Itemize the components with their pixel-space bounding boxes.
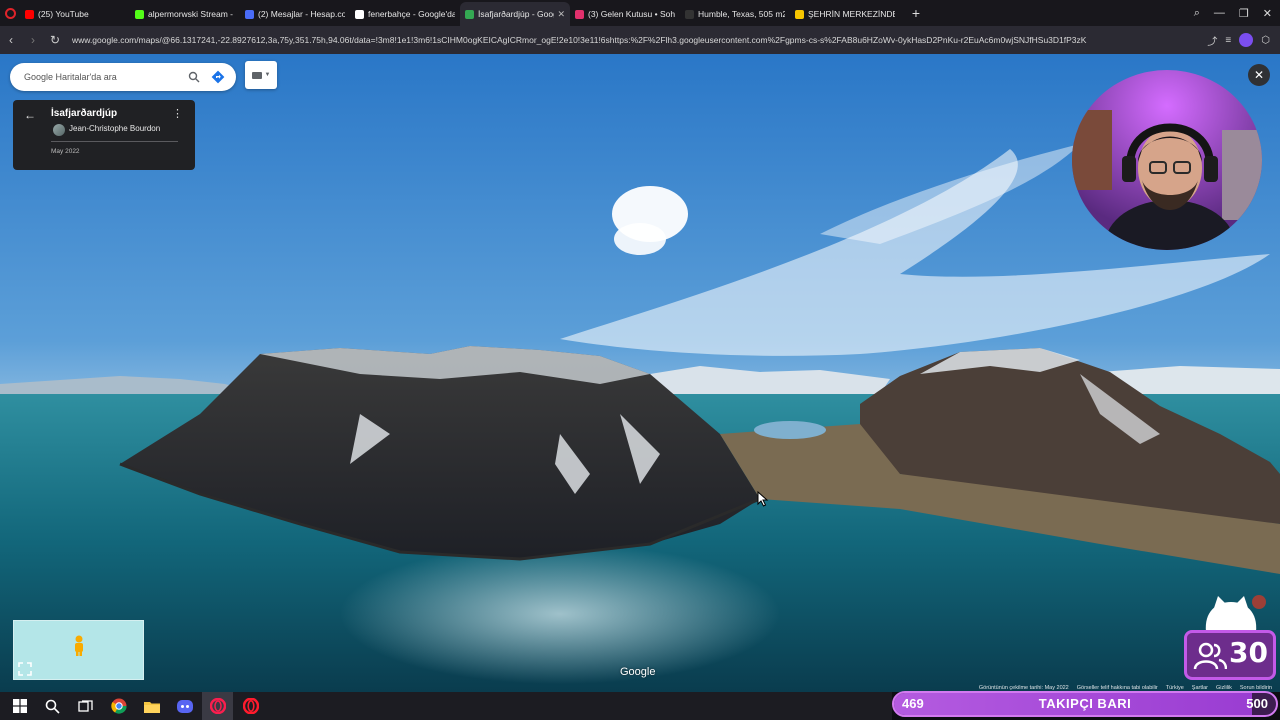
tab-favicon-icon [355, 9, 364, 19]
browser-tab[interactable]: (2) Mesajlar - Hesap.com [240, 2, 350, 26]
divider [51, 141, 178, 142]
capture-date: May 2022 [51, 148, 80, 155]
menu-icon[interactable]: ≡ [1225, 35, 1231, 46]
tab-title: İsafjarðardjúp - Google H [478, 9, 554, 19]
chevron-down-icon: ▼ [264, 72, 271, 78]
google-logo: Google [620, 666, 656, 678]
opera-icon[interactable] [235, 692, 266, 720]
tab-favicon-icon [25, 9, 34, 19]
extensions-icon[interactable]: ⬡ [1261, 35, 1270, 46]
browser-tab[interactable]: ŞEHRİN MERKEZİNDE PAR [790, 2, 900, 26]
mouse-cursor-icon [757, 491, 769, 507]
tab-title: alpermorwski Stream - Wa [148, 9, 235, 19]
windows-taskbar [0, 692, 892, 720]
taskbar-search-icon[interactable] [37, 692, 68, 720]
more-options-icon[interactable]: ⋮ [172, 107, 183, 120]
profile-avatar[interactable] [1239, 33, 1254, 47]
discord-icon[interactable] [169, 692, 200, 720]
tab-favicon-icon [795, 9, 804, 19]
search-tabs-icon[interactable]: ⌕ [1194, 7, 1200, 20]
url-field[interactable]: www.google.com/maps/@66.1317241,-22.8927… [72, 30, 1207, 50]
maps-search-input[interactable] [24, 72, 178, 82]
browser-tab[interactable]: fenerbahçe - Google'da A [350, 2, 460, 26]
forward-button[interactable]: › [22, 33, 44, 47]
new-tab-button[interactable]: + [908, 5, 924, 21]
file-explorer-icon[interactable] [136, 692, 167, 720]
follower-count: 30 [1229, 636, 1268, 669]
streamer-webcam [1072, 70, 1262, 250]
tab-title: (3) Gelen Kutusu • Sohbet [588, 9, 675, 19]
place-info-card: ← İsafjarðardjúp ⋮ Jean-Christophe Bourd… [13, 100, 195, 170]
follower-count-widget: 30 [1184, 590, 1276, 680]
window-controls: ⌕ — ❐ ✕ [1194, 0, 1272, 26]
maps-search-box [10, 63, 236, 91]
place-title[interactable]: İsafjarðardjúp [51, 108, 117, 119]
reload-button[interactable]: ↻ [44, 33, 66, 47]
back-arrow-icon[interactable]: ← [24, 108, 36, 122]
windows-start-icon[interactable] [4, 692, 35, 720]
tab-favicon-icon [245, 9, 254, 19]
follower-goal-target: 500 [1246, 696, 1268, 711]
close-tab-icon[interactable]: ✕ [557, 9, 565, 20]
maximize-button[interactable]: ❐ [1239, 7, 1249, 20]
tab-favicon-icon [135, 9, 144, 19]
follower-goal-title: TAKIPÇI BARI [1038, 696, 1132, 711]
follower-goal-bar: 469 TAKIPÇI BARI 500 [892, 691, 1278, 717]
tab-title: (2) Mesajlar - Hesap.com [258, 9, 345, 19]
back-button[interactable]: ‹ [0, 33, 22, 47]
tab-title: (25) YouTube [38, 9, 89, 19]
people-icon [1193, 642, 1227, 670]
minimap[interactable] [13, 620, 144, 680]
share-icon[interactable]: ⤴ [1207, 33, 1217, 48]
browser-tab[interactable]: alpermorwski Stream - Wa [130, 2, 240, 26]
opera-gx-icon[interactable] [202, 692, 233, 720]
tab-title: ŞEHRİN MERKEZİNDE PAR [808, 9, 895, 19]
author-name[interactable]: Jean-Christophe Bourdon [69, 124, 160, 133]
browser-address-bar: ‹ › ↻ www.google.com/maps/@66.1317241,-2… [0, 26, 1280, 54]
expand-icon[interactable] [18, 662, 32, 676]
keyboard-shortcuts-button[interactable]: ▼ [245, 61, 277, 89]
tab-favicon-icon [575, 9, 584, 19]
browser-tab[interactable]: (25) YouTube [20, 2, 130, 26]
tab-favicon-icon [685, 9, 694, 19]
chrome-icon[interactable] [103, 692, 134, 720]
minimize-button[interactable]: — [1214, 7, 1225, 19]
browser-tab[interactable]: (3) Gelen Kutusu • Sohbet [570, 2, 680, 26]
tab-title: Humble, Texas, 505 m2, sa [698, 9, 785, 19]
browser-tab-strip: (25) YouTube alpermorwski Stream - Wa (2) … [0, 0, 1280, 26]
author-avatar[interactable] [53, 124, 65, 136]
browser-tab[interactable]: Humble, Texas, 505 m2, sa [680, 2, 790, 26]
close-street-view-button[interactable]: ✕ [1248, 64, 1270, 86]
directions-icon[interactable] [210, 69, 226, 85]
task-view-icon[interactable] [70, 692, 101, 720]
keyboard-icon [251, 71, 262, 79]
pegman-icon[interactable] [72, 635, 86, 657]
search-icon[interactable] [186, 69, 202, 85]
tab-favicon-icon [465, 9, 474, 19]
close-window-button[interactable]: ✕ [1263, 7, 1272, 20]
opera-menu-icon[interactable] [0, 0, 20, 26]
tab-title: fenerbahçe - Google'da A [368, 9, 455, 19]
browser-tab[interactable]: İsafjarðardjúp - Google H✕ [460, 2, 570, 26]
street-view[interactable]: ▼ ← İsafjarðardjúp ⋮ Jean-Christophe Bou… [0, 54, 1280, 692]
screen: (25) YouTube alpermorwski Stream - Wa (2) … [0, 0, 1280, 720]
